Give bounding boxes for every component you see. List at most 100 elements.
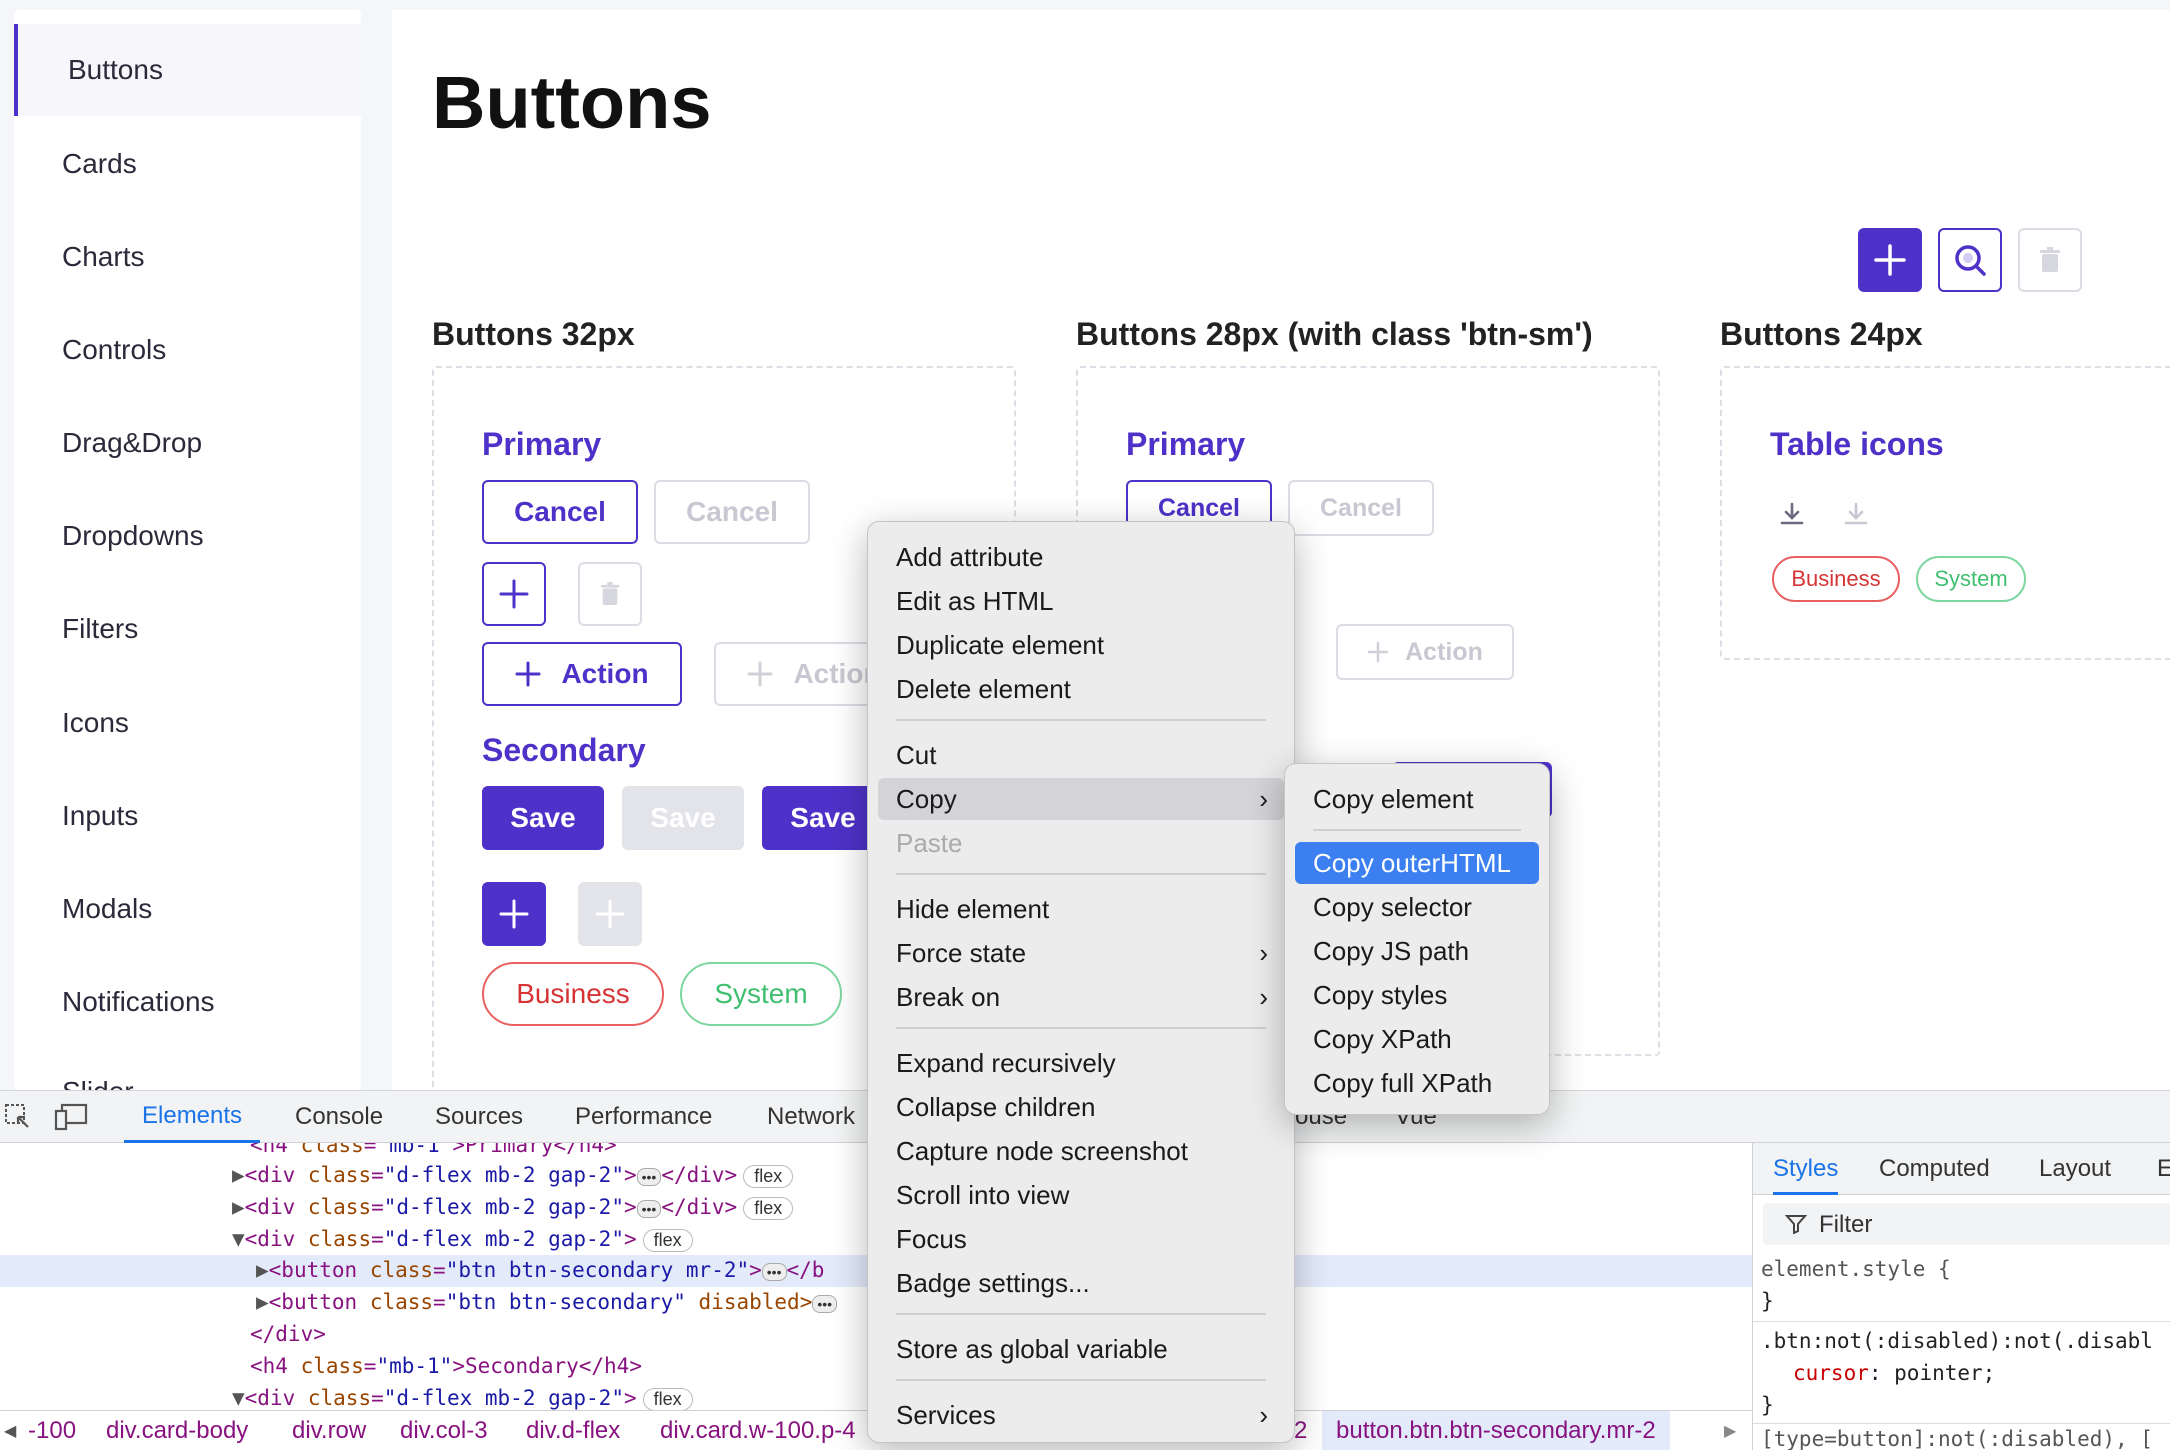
tab-sources[interactable]: Sources bbox=[435, 1091, 523, 1143]
dom-line[interactable]: ▶<div class="d-flex mb-2 gap-2"> ••• </div… bbox=[232, 1163, 794, 1188]
sidebar-item-inputs[interactable]: Inputs bbox=[14, 770, 361, 862]
scroll-left-icon[interactable]: ◀ bbox=[4, 1421, 16, 1441]
dom-line[interactable]: ▶<div class="d-flex mb-2 gap-2"> ••• </div… bbox=[232, 1195, 794, 1220]
download-button-disabled[interactable] bbox=[1836, 494, 1876, 534]
menu-item-paste[interactable]: Paste bbox=[878, 822, 1284, 864]
filter-placeholder: Filter bbox=[1819, 1211, 1873, 1238]
menu-item-delete-element[interactable]: Delete element bbox=[878, 668, 1284, 710]
dom-line[interactable]: ▼<div class="d-flex mb-2 gap-2"> flex bbox=[232, 1227, 693, 1252]
menu-item-expand-recursively[interactable]: Expand recursively bbox=[878, 1042, 1284, 1084]
plus-icon bbox=[1367, 641, 1389, 663]
save-button[interactable]: Save bbox=[482, 786, 604, 850]
sidebar-item-dragdrop[interactable]: Drag&Drop bbox=[14, 397, 361, 489]
action-button-sm-disabled[interactable]: Action bbox=[1336, 624, 1514, 680]
flex-badge[interactable]: flex bbox=[743, 1165, 794, 1188]
style-declaration[interactable]: cursor: pointer; bbox=[1793, 1361, 1995, 1385]
menu-item-scroll-into-view[interactable]: Scroll into view bbox=[878, 1174, 1284, 1216]
breadcrumb-item[interactable]: -100 bbox=[28, 1417, 76, 1445]
business-chip-sm[interactable]: Business bbox=[1772, 556, 1900, 602]
inspect-element-icon[interactable] bbox=[4, 1103, 32, 1136]
action-button[interactable]: Action bbox=[482, 642, 682, 706]
download-button[interactable] bbox=[1772, 494, 1812, 534]
menu-item-cut[interactable]: Cut bbox=[878, 734, 1284, 776]
tab-event-listeners[interactable]: E bbox=[2157, 1155, 2170, 1183]
tab-layout[interactable]: Layout bbox=[2039, 1155, 2111, 1183]
styles-filter-input[interactable]: Filter bbox=[1763, 1203, 2170, 1245]
sidebar-item-filters[interactable]: Filters bbox=[14, 583, 361, 675]
tab-console[interactable]: Console bbox=[295, 1091, 383, 1143]
sidebar-item-icons[interactable]: Icons bbox=[14, 677, 361, 769]
breadcrumb-item[interactable]: div.row bbox=[292, 1417, 366, 1445]
tab-computed[interactable]: Computed bbox=[1879, 1155, 1990, 1183]
breadcrumb-item[interactable]: 2 bbox=[1294, 1417, 1307, 1445]
menu-item-collapse-children[interactable]: Collapse children bbox=[878, 1086, 1284, 1128]
menu-item-copy-selector[interactable]: Copy selector bbox=[1295, 886, 1539, 928]
sidebar-item-buttons[interactable]: Buttons bbox=[14, 24, 361, 116]
cancel-button-sm-disabled[interactable]: Cancel bbox=[1288, 480, 1434, 536]
menu-item-duplicate-element[interactable]: Duplicate element bbox=[878, 624, 1284, 666]
menu-item-capture-node-screenshot[interactable]: Capture node screenshot bbox=[878, 1130, 1284, 1172]
menu-item-hide-element[interactable]: Hide element bbox=[878, 888, 1284, 930]
save-button-secondary[interactable]: Save bbox=[762, 786, 884, 850]
menu-item-badge-settings[interactable]: Badge settings... bbox=[878, 1262, 1284, 1304]
system-chip[interactable]: System bbox=[680, 962, 842, 1026]
plus-solid-button-disabled[interactable] bbox=[578, 882, 642, 946]
dom-line[interactable]: ▼<div class="d-flex mb-2 gap-2"> flex bbox=[232, 1386, 693, 1411]
menu-item-break-on[interactable]: Break on › bbox=[878, 976, 1284, 1018]
menu-item-copy-xpath[interactable]: Copy XPath bbox=[1295, 1018, 1539, 1060]
dom-line[interactable]: ▶<button class="btn btn-secondary" disab… bbox=[256, 1290, 838, 1314]
plus-solid-button[interactable] bbox=[482, 882, 546, 946]
menu-item-store-as-global-variable[interactable]: Store as global variable bbox=[878, 1328, 1284, 1370]
sidebar-item-notifications[interactable]: Notifications bbox=[14, 956, 361, 1048]
scroll-right-icon[interactable]: ▶ bbox=[1724, 1421, 1736, 1441]
flex-badge[interactable]: flex bbox=[642, 1229, 693, 1252]
styles-pane: Styles Computed Layout E Filter element.… bbox=[1752, 1143, 2170, 1450]
business-chip[interactable]: Business bbox=[482, 962, 664, 1026]
sidebar-item-charts[interactable]: Charts bbox=[14, 211, 361, 303]
menu-item-copy-js-path[interactable]: Copy JS path bbox=[1295, 930, 1539, 972]
breadcrumb-item[interactable]: div.card-body bbox=[106, 1417, 248, 1445]
dom-line[interactable]: <h4 class="mb-1">Primary</h4> bbox=[250, 1143, 617, 1157]
add-button[interactable] bbox=[1858, 228, 1922, 292]
sidebar-item-modals[interactable]: Modals bbox=[14, 863, 361, 955]
trash-icon bbox=[2040, 247, 2060, 272]
plus-outline-button[interactable] bbox=[482, 562, 546, 626]
menu-item-force-state[interactable]: Force state › bbox=[878, 932, 1284, 974]
style-rule-selector: element.style { bbox=[1761, 1257, 1951, 1281]
tab-network[interactable]: Network bbox=[767, 1091, 855, 1143]
cancel-button[interactable]: Cancel bbox=[482, 480, 638, 544]
dom-line-selected[interactable]: ▶<button class="btn btn-secondary mr-2">… bbox=[256, 1258, 824, 1282]
delete-button[interactable] bbox=[2018, 228, 2082, 292]
sidebar-item-slider[interactable]: Slider bbox=[14, 1046, 361, 1090]
menu-item-copy[interactable]: Copy › bbox=[878, 778, 1284, 820]
tab-styles[interactable]: Styles bbox=[1773, 1143, 1839, 1195]
menu-item-copy-full-xpath[interactable]: Copy full XPath bbox=[1295, 1062, 1539, 1104]
menu-item-services[interactable]: Services › bbox=[878, 1394, 1284, 1436]
breadcrumb-item[interactable]: div.col-3 bbox=[400, 1417, 488, 1445]
save-button-disabled[interactable]: Save bbox=[622, 786, 744, 850]
breadcrumb-item-selected[interactable]: button.btn.btn-secondary.mr-2 bbox=[1322, 1411, 1670, 1450]
cancel-button-disabled[interactable]: Cancel bbox=[654, 480, 810, 544]
dom-line[interactable]: <h4 class="mb-1">Secondary</h4> bbox=[250, 1354, 642, 1378]
download-icon bbox=[1780, 502, 1804, 525]
menu-item-copy-element[interactable]: Copy element bbox=[1295, 778, 1539, 820]
tab-performance[interactable]: Performance bbox=[575, 1091, 712, 1143]
breadcrumb-item[interactable]: div.d-flex bbox=[526, 1417, 620, 1445]
sidebar-item-controls[interactable]: Controls bbox=[14, 304, 361, 396]
flex-badge[interactable]: flex bbox=[642, 1388, 693, 1411]
trash-outline-button-disabled[interactable] bbox=[578, 562, 642, 626]
tab-elements[interactable]: Elements bbox=[124, 1091, 261, 1143]
dom-line[interactable]: </div> bbox=[250, 1322, 326, 1346]
sidebar-item-cards[interactable]: Cards bbox=[14, 118, 361, 210]
system-chip-sm[interactable]: System bbox=[1916, 556, 2026, 602]
device-toolbar-icon[interactable] bbox=[54, 1103, 88, 1136]
menu-item-add-attribute[interactable]: Add attribute bbox=[878, 536, 1284, 578]
menu-item-focus[interactable]: Focus bbox=[878, 1218, 1284, 1260]
sidebar-item-dropdowns[interactable]: Dropdowns bbox=[14, 490, 361, 582]
breadcrumb-item[interactable]: div.card.w-100.p-4 bbox=[660, 1417, 856, 1445]
search-button[interactable] bbox=[1938, 228, 2002, 292]
menu-item-copy-outerhtml[interactable]: Copy outerHTML bbox=[1295, 842, 1539, 884]
menu-item-copy-styles[interactable]: Copy styles bbox=[1295, 974, 1539, 1016]
menu-item-edit-as-html[interactable]: Edit as HTML bbox=[878, 580, 1284, 622]
flex-badge[interactable]: flex bbox=[743, 1197, 794, 1220]
